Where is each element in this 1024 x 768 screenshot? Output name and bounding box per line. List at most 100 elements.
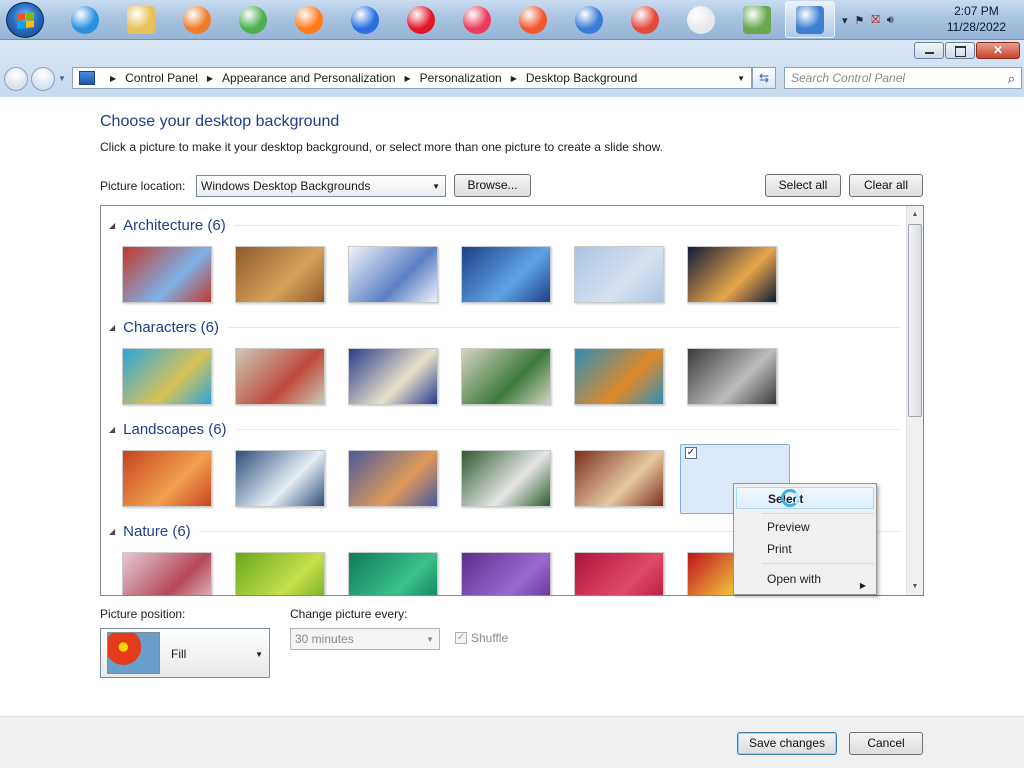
minimize-button[interactable] (914, 42, 944, 59)
search-icon[interactable]: ⌕ (1008, 71, 1015, 87)
wallpaper-thumbnail[interactable] (461, 348, 551, 405)
wallpaper-thumbnail[interactable] (348, 348, 438, 405)
collapse-triangle-icon[interactable]: ◢ (109, 527, 115, 536)
breadcrumb-item[interactable]: Appearance and Personalization (222, 71, 395, 85)
taskbar-button[interactable] (292, 3, 326, 37)
clock[interactable]: 2:07 PM 11/28/2022 (947, 3, 1006, 35)
firefox-icon (295, 6, 323, 34)
shuffle-checkbox[interactable]: ✓ Shuffle (455, 631, 508, 645)
taskbar-button[interactable] (785, 1, 835, 38)
taskbar-button[interactable] (348, 3, 382, 37)
picture-location-select[interactable]: Windows Desktop Backgrounds ▼ (196, 175, 446, 197)
vivaldi-icon (631, 6, 659, 34)
start-button[interactable] (6, 2, 44, 38)
group-header[interactable]: ◢ Landscapes (6) (109, 419, 901, 439)
change-picture-select[interactable]: 30 minutes ▼ (290, 628, 440, 650)
forward-button[interactable] (31, 67, 55, 91)
taskbar-button[interactable] (68, 3, 102, 37)
scroll-down-arrow-icon[interactable]: ▼ (907, 578, 923, 595)
wallpaper-thumbnail[interactable] (574, 450, 664, 507)
wallpaper-thumbnail[interactable] (348, 246, 438, 303)
wallpaper-thumbnail[interactable] (687, 348, 777, 405)
collapse-triangle-icon[interactable]: ◢ (109, 221, 115, 230)
wallpaper-thumbnail[interactable] (122, 450, 212, 507)
page-title: Choose your desktop background (100, 113, 340, 130)
group-name: Architecture (6) (123, 216, 226, 234)
collapse-triangle-icon[interactable]: ◢ (109, 323, 115, 332)
taskbar-button[interactable] (460, 3, 494, 37)
breadcrumb-separator-icon[interactable]: ▶ (405, 74, 411, 83)
file-explorer-icon (127, 6, 155, 34)
wallpaper-thumbnail[interactable] (348, 552, 438, 595)
wallpaper-thumbnail[interactable] (574, 246, 664, 303)
breadcrumb-separator-icon[interactable]: ▶ (511, 74, 517, 83)
search-input[interactable]: Search Control Panel ⌕ (784, 67, 1022, 89)
winrar-icon (743, 6, 771, 34)
action-center-icon[interactable]: ⚑ (855, 14, 865, 27)
wallpaper-thumbnail[interactable] (235, 246, 325, 303)
wallpaper-thumbnail[interactable] (574, 348, 664, 405)
network-icon[interactable]: ⛝ (871, 14, 879, 27)
browse-button[interactable]: Browse... (454, 174, 531, 197)
picture-position-select[interactable]: Fill ▼ (100, 628, 270, 678)
shuffle-label: Shuffle (471, 631, 509, 645)
wallpaper-thumbnail[interactable] (461, 246, 551, 303)
wallpaper-thumbnail[interactable] (235, 450, 325, 507)
taskbar-button[interactable] (684, 3, 718, 37)
wallpaper-thumbnail[interactable] (348, 450, 438, 507)
save-changes-button[interactable]: Save changes (737, 732, 837, 755)
select-all-button[interactable]: Select all (765, 174, 841, 197)
address-bar[interactable]: ▶ Control Panel ▶ Appearance and Personaliz… (72, 67, 752, 89)
scroll-up-arrow-icon[interactable]: ▲ (907, 206, 923, 223)
taskbar-button[interactable] (180, 3, 214, 37)
windows-logo-icon (17, 12, 34, 29)
taskbar-button[interactable] (236, 3, 270, 37)
breadcrumb-separator-icon[interactable]: ▶ (207, 74, 213, 83)
taskbar-button[interactable] (124, 3, 158, 37)
checkbox-icon[interactable]: ✓ (455, 632, 467, 644)
close-button[interactable]: ✕ (976, 42, 1020, 59)
thumbnail-checkbox[interactable]: ✓ (685, 447, 697, 459)
wallpaper-thumbnail[interactable] (574, 552, 664, 595)
show-hidden-icons-icon[interactable]: ▾ (842, 14, 848, 27)
context-menu-select[interactable]: Select (736, 487, 874, 509)
chevron-down-icon: ▼ (426, 635, 434, 644)
address-dropdown-icon[interactable]: ▼ (737, 74, 745, 83)
restore-button[interactable] (945, 42, 975, 59)
scrollbar-thumb[interactable] (908, 224, 922, 417)
cancel-button[interactable]: Cancel (849, 732, 923, 755)
wallpaper-thumbnail[interactable] (122, 348, 212, 405)
wallpaper-thumbnail[interactable] (687, 246, 777, 303)
wallpaper-thumbnail[interactable] (122, 552, 212, 595)
collapse-triangle-icon[interactable]: ◢ (109, 425, 115, 434)
back-button[interactable] (4, 67, 28, 91)
taskbar-button[interactable] (404, 3, 438, 37)
media-player-icon (183, 6, 211, 34)
refresh-button[interactable]: ⇆ (752, 67, 776, 89)
position-preview-image (107, 632, 160, 674)
wallpaper-thumbnail[interactable] (461, 450, 551, 507)
breadcrumb-item[interactable]: Control Panel (125, 71, 198, 85)
wallpaper-thumbnail[interactable] (122, 246, 212, 303)
firefox-blue-icon (351, 6, 379, 34)
volume-icon[interactable]: 🔊︎ (887, 14, 894, 27)
recent-pages-icon[interactable]: ▼ (58, 74, 66, 83)
taskbar-button[interactable] (740, 3, 774, 37)
picture-location-value: Windows Desktop Backgrounds (201, 179, 371, 193)
breadcrumb-separator-icon[interactable]: ▶ (110, 74, 116, 83)
context-menu-preview[interactable]: Preview (736, 516, 874, 538)
taskbar-button[interactable] (628, 3, 662, 37)
gallery-scrollbar[interactable]: ▲ ▼ (906, 206, 923, 595)
taskbar-button[interactable] (516, 3, 550, 37)
taskbar-button[interactable] (572, 3, 606, 37)
wallpaper-thumbnail[interactable] (235, 348, 325, 405)
breadcrumb-item[interactable]: Personalization (420, 71, 502, 85)
clear-all-button[interactable]: Clear all (849, 174, 923, 197)
context-menu-print[interactable]: Print (736, 538, 874, 560)
wallpaper-thumbnail[interactable] (461, 552, 551, 595)
wallpaper-thumbnail[interactable] (235, 552, 325, 595)
group-header[interactable]: ◢ Characters (6) (109, 317, 901, 337)
breadcrumb-item[interactable]: Desktop Background (526, 71, 637, 85)
context-menu-open-with[interactable]: Open with ▶ (736, 568, 874, 590)
group-header[interactable]: ◢ Architecture (6) (109, 215, 901, 235)
